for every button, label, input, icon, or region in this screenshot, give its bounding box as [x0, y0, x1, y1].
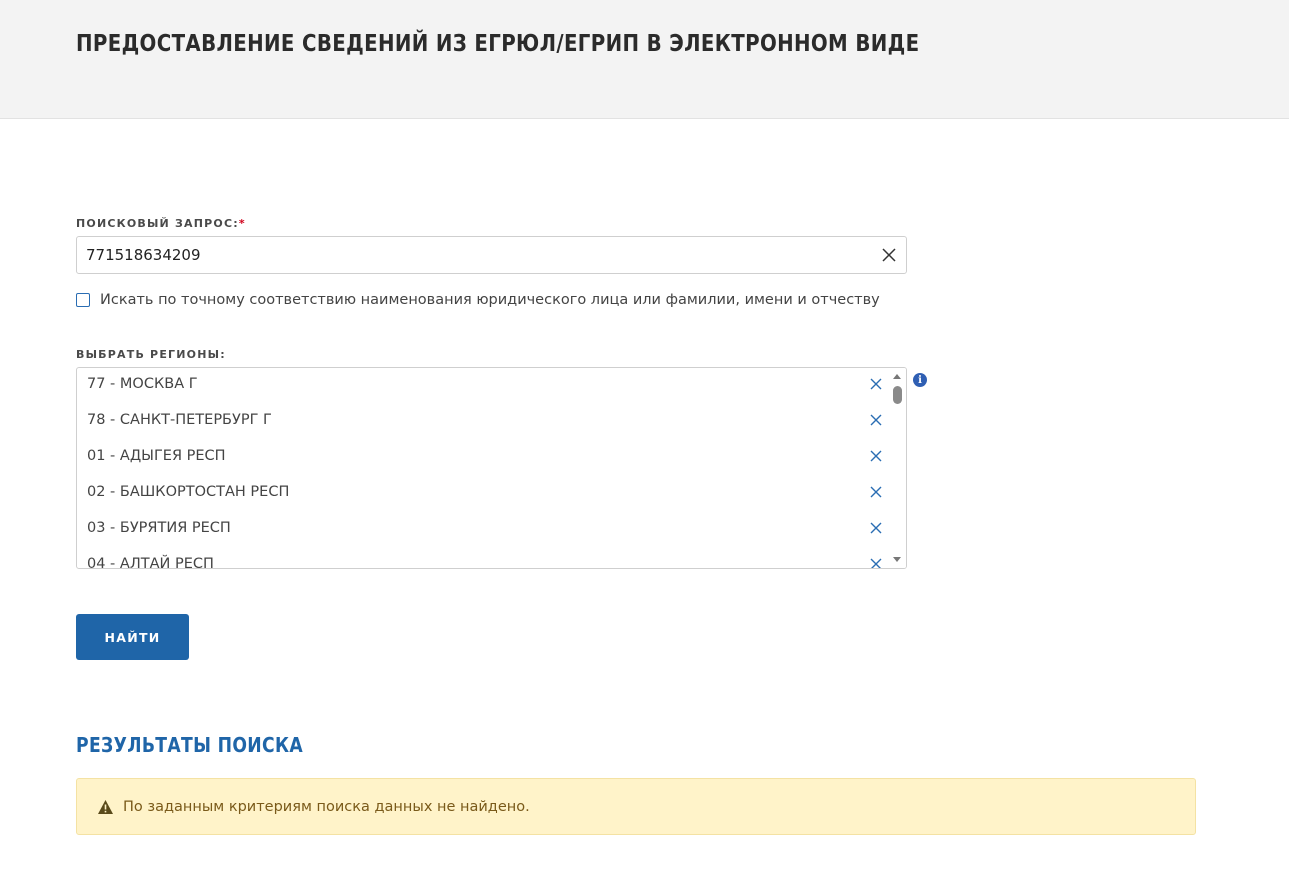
required-mark: * [238, 217, 246, 230]
region-remove-button[interactable] [868, 376, 884, 392]
region-item: 01 - АДЫГЕЯ РЕСП [77, 440, 889, 476]
region-item: 78 - САНКТ-ПЕТЕРБУРГ Г [77, 404, 889, 440]
region-scrollbar[interactable] [889, 368, 906, 568]
region-item-label: 78 - САНКТ-ПЕТЕРБУРГ Г [87, 412, 272, 428]
region-remove-button[interactable] [868, 484, 884, 500]
region-item-label: 04 - АЛТАЙ РЕСП [87, 556, 214, 568]
close-icon [870, 522, 882, 534]
region-item-label: 77 - МОСКВА Г [87, 376, 198, 392]
search-box [76, 236, 907, 274]
region-list: 77 - МОСКВА Г 78 - САНКТ-ПЕТЕРБУРГ Г 01 … [77, 368, 889, 568]
region-item: 04 - АЛТАЙ РЕСП [77, 548, 889, 568]
region-item: 02 - БАШКОРТОСТАН РЕСП [77, 476, 889, 512]
close-icon [870, 378, 882, 390]
scroll-thumb[interactable] [893, 386, 902, 404]
exact-match-label[interactable]: Искать по точному соответствию наименова… [100, 292, 880, 308]
region-item: 03 - БУРЯТИЯ РЕСП [77, 512, 889, 548]
find-button[interactable]: НАЙТИ [76, 614, 189, 660]
region-item: 77 - МОСКВА Г [77, 368, 889, 404]
results-title: РЕЗУЛЬТАТЫ ПОИСКА [76, 733, 304, 757]
close-icon [870, 558, 882, 568]
close-icon [870, 414, 882, 426]
search-label: ПОИСКОВЫЙ ЗАПРОС:* [76, 217, 246, 230]
region-remove-button[interactable] [868, 556, 884, 568]
regions-label: ВЫБРАТЬ РЕГИОНЫ: [76, 348, 226, 361]
clear-search-button[interactable] [880, 246, 898, 264]
exact-match-row: Искать по точному соответствию наименова… [76, 292, 880, 308]
close-icon [882, 248, 896, 262]
page-title: ПРЕДОСТАВЛЕНИЕ СВЕДЕНИЙ ИЗ ЕГРЮЛ/ЕГРИП В… [76, 31, 920, 57]
close-icon [870, 486, 882, 498]
page-header: ПРЕДОСТАВЛЕНИЕ СВЕДЕНИЙ ИЗ ЕГРЮЛ/ЕГРИП В… [0, 0, 1289, 119]
no-results-alert: По заданным критериям поиска данных не н… [76, 778, 1196, 835]
scroll-down-icon[interactable] [893, 557, 901, 562]
region-item-label: 02 - БАШКОРТОСТАН РЕСП [87, 484, 290, 500]
exact-match-checkbox[interactable] [76, 293, 90, 307]
warning-icon [98, 799, 113, 814]
search-label-text: ПОИСКОВЫЙ ЗАПРОС: [76, 217, 239, 230]
scroll-up-icon[interactable] [893, 374, 901, 379]
region-remove-button[interactable] [868, 412, 884, 428]
search-input[interactable] [77, 237, 867, 273]
region-remove-button[interactable] [868, 520, 884, 536]
region-select[interactable]: 77 - МОСКВА Г 78 - САНКТ-ПЕТЕРБУРГ Г 01 … [76, 367, 907, 569]
region-item-label: 01 - АДЫГЕЯ РЕСП [87, 448, 226, 464]
region-remove-button[interactable] [868, 448, 884, 464]
info-icon[interactable]: i [913, 373, 927, 387]
region-item-label: 03 - БУРЯТИЯ РЕСП [87, 520, 231, 536]
close-icon [870, 450, 882, 462]
alert-message: По заданным критериям поиска данных не н… [123, 798, 530, 815]
